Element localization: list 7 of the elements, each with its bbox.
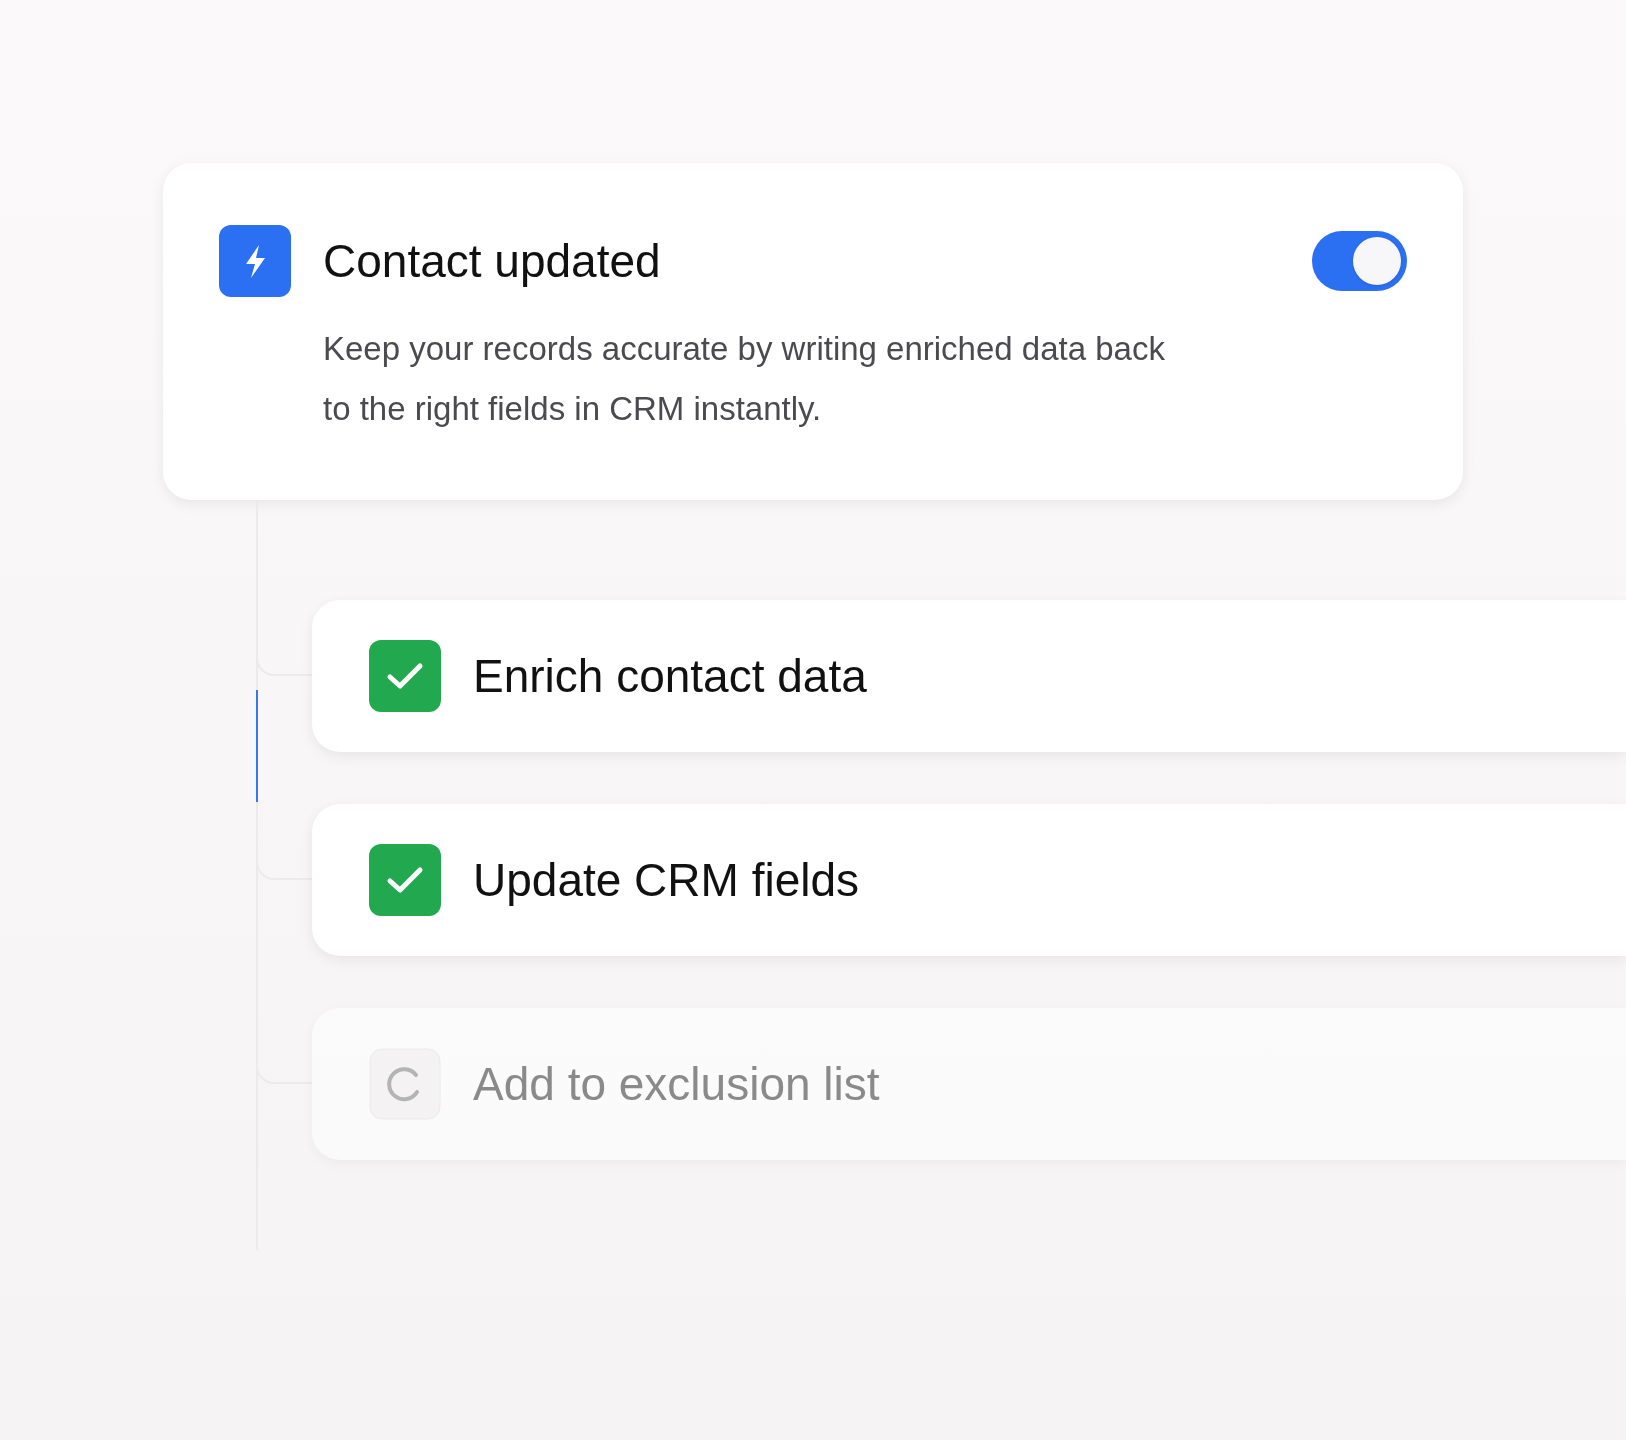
lightning-icon	[219, 225, 291, 297]
step-label: Enrich contact data	[473, 653, 867, 699]
toggle-switch[interactable]	[1312, 231, 1407, 291]
step-label: Add to exclusion list	[473, 1061, 880, 1107]
step-card[interactable]: Enrich contact data	[312, 600, 1626, 752]
trigger-description: Keep your records accurate by writing enriched data back to the right fields in CRM instantly.	[323, 329, 1166, 429]
step-card[interactable]: Update CRM fields	[312, 804, 1626, 956]
